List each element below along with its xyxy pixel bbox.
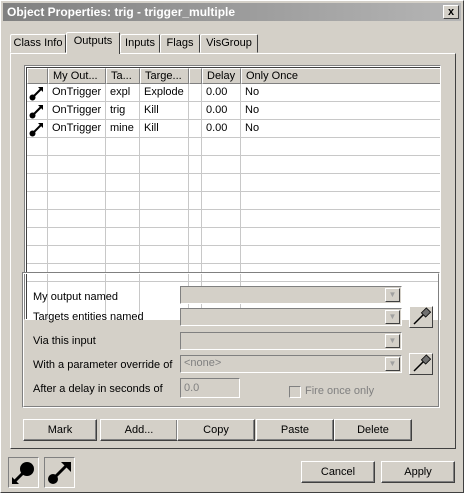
cell-only-once: No <box>245 104 260 116</box>
cell-delay: 0.00 <box>206 104 228 116</box>
empty-row <box>27 210 440 228</box>
output-connection-icon <box>29 123 43 137</box>
via-input-combo[interactable]: ▼ <box>180 332 402 350</box>
fire-once-checkbox[interactable] <box>289 386 301 398</box>
close-icon: x <box>447 6 455 18</box>
cancel-button[interactable]: Cancel <box>301 461 375 483</box>
output-connection-icon <box>29 87 43 101</box>
parameter-label: With a parameter override of <box>33 359 173 371</box>
cell-only-once: No <box>245 86 260 98</box>
outputs-connections-button[interactable] <box>44 457 75 488</box>
targets-combo[interactable]: ▼ <box>180 308 402 326</box>
column-header-label: Delay <box>207 70 236 82</box>
cell-delay: 0.00 <box>206 86 228 98</box>
empty-row <box>27 228 440 246</box>
pick-parameter-button[interactable] <box>409 353 433 375</box>
cell-delay: 0.00 <box>206 122 228 134</box>
column-header-label: My Out... <box>53 70 98 82</box>
outputs-tab-panel: My Out... Ta... Targe... Delay Only Once… <box>10 53 456 449</box>
table-row[interactable]: OnTrigger mine Kill 0.00 No <box>27 120 440 138</box>
cell-output: OnTrigger <box>52 104 102 116</box>
object-properties-window: Object Properties: trig - trigger_multip… <box>0 0 464 493</box>
tab-class-info[interactable]: Class Info <box>10 34 66 53</box>
column-header-icon[interactable] <box>27 68 48 84</box>
output-named-combo[interactable]: ▼ <box>180 286 402 304</box>
column-header-my-output[interactable]: My Out... <box>48 68 106 84</box>
chevron-down-icon[interactable]: ▼ <box>385 310 400 324</box>
window-title: Object Properties: trig - trigger_multip… <box>7 5 236 19</box>
cell-target: trig <box>110 104 126 116</box>
output-connection-icon <box>29 105 43 119</box>
tab-label: Flags <box>166 37 194 49</box>
cell-target: mine <box>110 122 134 134</box>
cell-target: expl <box>110 86 131 98</box>
chevron-down-icon[interactable]: ▼ <box>385 288 400 302</box>
table-row[interactable]: OnTrigger expl Explode 0.00 No <box>27 84 440 102</box>
column-header-parameter[interactable] <box>189 68 202 84</box>
empty-row <box>27 174 440 192</box>
cell-input: Kill <box>144 122 159 134</box>
tab-label: Outputs <box>73 35 113 47</box>
tab-label: Inputs <box>125 37 155 49</box>
paste-button[interactable]: Paste <box>256 419 334 441</box>
tab-outputs[interactable]: Outputs <box>66 32 120 54</box>
tab-flags[interactable]: Flags <box>160 34 200 53</box>
cell-input: Kill <box>144 104 159 116</box>
tab-visgroup[interactable]: VisGroup <box>200 34 258 53</box>
column-header-target[interactable]: Ta... <box>106 68 140 84</box>
column-header-label: Targe... <box>145 70 182 82</box>
fire-once-label: Fire once only <box>305 385 375 397</box>
empty-row <box>27 156 440 174</box>
eyedropper-icon <box>413 307 432 325</box>
column-header-label: Only Once <box>246 70 298 82</box>
pick-target-button[interactable] <box>409 306 433 328</box>
chevron-down-icon[interactable]: ▼ <box>385 357 400 371</box>
input-connection-icon <box>12 462 34 484</box>
empty-row <box>27 138 440 156</box>
table-row[interactable]: OnTrigger trig Kill 0.00 No <box>27 102 440 120</box>
tab-label: VisGroup <box>206 37 252 49</box>
copy-button[interactable]: Copy <box>177 419 255 441</box>
mark-button[interactable]: Mark <box>23 419 97 441</box>
column-header-only-once[interactable]: Only Once <box>241 68 440 84</box>
add-button[interactable]: Add... <box>100 419 178 441</box>
via-input-label: Via this input <box>33 335 96 347</box>
cell-input: Explode <box>144 86 184 98</box>
delay-label: After a delay in seconds of <box>33 383 163 395</box>
inputs-connections-button[interactable] <box>8 457 39 488</box>
targets-label: Targets entities named <box>33 311 144 323</box>
tab-inputs[interactable]: Inputs <box>120 34 160 53</box>
output-named-label: My output named <box>33 291 118 303</box>
tab-label: Class Info <box>13 37 63 49</box>
empty-row <box>27 192 440 210</box>
delete-button[interactable]: Delete <box>334 419 412 441</box>
apply-button[interactable]: Apply <box>381 461 455 483</box>
cell-output: OnTrigger <box>52 86 102 98</box>
parameter-value: <none> <box>184 357 222 369</box>
title-bar[interactable]: Object Properties: trig - trigger_multip… <box>3 3 461 21</box>
delay-input[interactable]: 0.0 <box>180 378 240 398</box>
eyedropper-icon <box>413 354 432 372</box>
cell-output: OnTrigger <box>52 122 102 134</box>
column-header-target-input[interactable]: Targe... <box>140 68 189 84</box>
chevron-down-icon[interactable]: ▼ <box>385 334 400 348</box>
empty-row <box>27 246 440 264</box>
cell-only-once: No <box>245 122 260 134</box>
column-header-delay[interactable]: Delay <box>202 68 241 84</box>
output-connection-icon <box>48 462 71 484</box>
parameter-combo[interactable]: <none> ▼ <box>180 355 402 373</box>
close-button[interactable]: x <box>443 5 459 19</box>
output-details-group: My output named ▼ Targets entities named… <box>22 272 440 408</box>
column-header-label: Ta... <box>111 70 132 82</box>
